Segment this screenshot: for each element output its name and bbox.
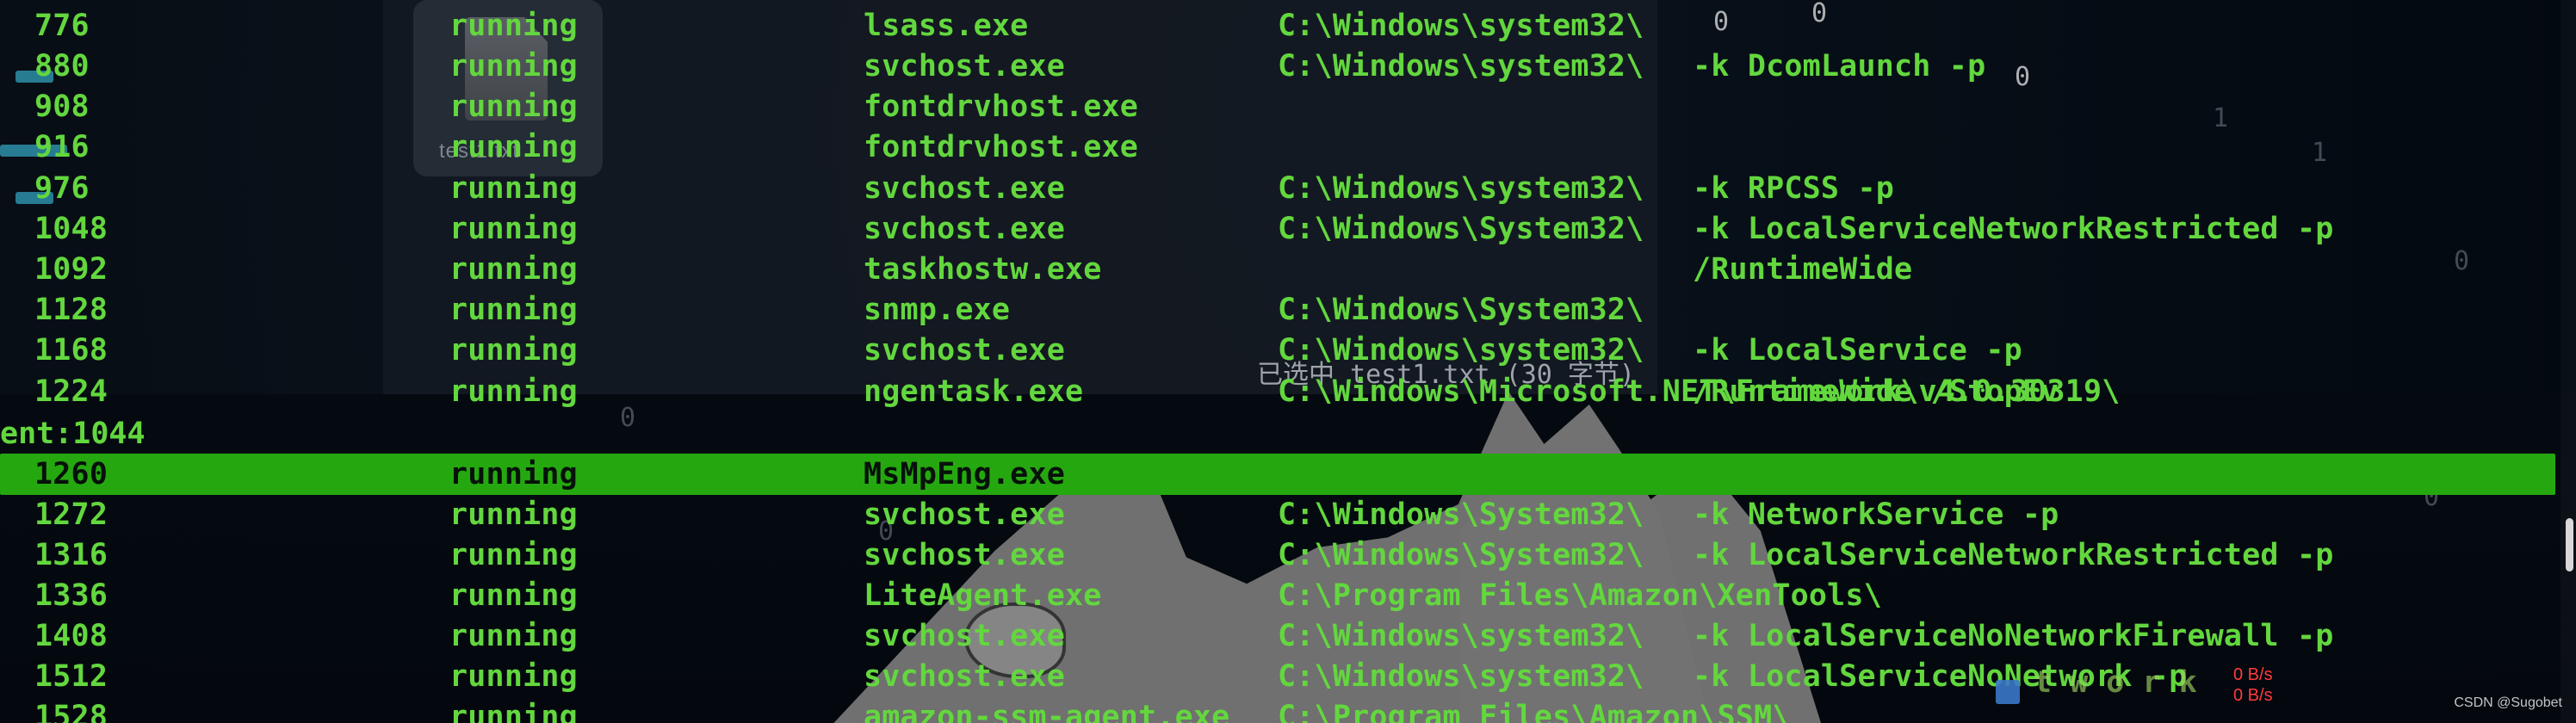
- process-id: 976: [34, 171, 90, 206]
- process-status: running: [449, 212, 578, 246]
- process-status: running: [449, 700, 578, 723]
- table-row: 1224 running ngentask.exe C:\Windows\Mic…: [0, 373, 2557, 411]
- process-name: fontdrvhost.exe: [864, 90, 1139, 124]
- process-path: C:\Windows\system32\: [1278, 333, 1644, 368]
- process-args: -k LocalServiceNoNetworkFirewall -p: [1693, 619, 2334, 653]
- process-name: svchost.exe: [864, 497, 1065, 532]
- wrapped-output-line: ent:1044: [0, 417, 146, 451]
- process-name: svchost.exe: [864, 49, 1065, 83]
- process-status: running: [449, 171, 578, 206]
- process-name: svchost.exe: [864, 212, 1065, 246]
- process-path: C:\Windows\System32\: [1278, 212, 1644, 246]
- process-status: running: [449, 49, 578, 83]
- process-list: 776 running lsass.exe C:\Windows\system3…: [0, 0, 2576, 723]
- table-row: 776 running lsass.exe C:\Windows\system3…: [0, 7, 2557, 45]
- process-args: -k NetworkService -p: [1693, 497, 2059, 532]
- process-name: fontdrvhost.exe: [864, 130, 1139, 164]
- table-row: 916 running fontdrvhost.exe: [0, 128, 2557, 166]
- process-id: 1048: [34, 212, 108, 246]
- table-row: 1128 running snmp.exe C:\Windows\System3…: [0, 291, 2557, 329]
- process-name: ngentask.exe: [864, 374, 1084, 409]
- process-status: running: [449, 619, 578, 653]
- process-path: C:\Program Files\Amazon\SSM\: [1278, 700, 1791, 723]
- process-status: running: [449, 457, 578, 491]
- process-id: 1272: [34, 497, 108, 532]
- process-path: C:\Windows\system32\: [1278, 659, 1644, 694]
- process-name: amazon-ssm-agent.exe: [864, 700, 1230, 723]
- process-args: -k LocalServiceNetworkRestricted -p: [1693, 538, 2334, 572]
- process-status: running: [449, 130, 578, 164]
- process-id: 1260: [34, 457, 108, 491]
- process-path: C:\Windows\System32\: [1278, 538, 1644, 572]
- process-status: running: [449, 9, 578, 43]
- process-status: running: [449, 538, 578, 572]
- watermark: CSDN @Sugobet: [2454, 695, 2562, 710]
- process-id: 1528: [34, 700, 108, 723]
- process-name: svchost.exe: [864, 333, 1065, 368]
- process-id: 776: [34, 9, 90, 43]
- process-args: /RuntimeWide: [1693, 252, 1913, 287]
- network-overlay-text: t w o r k: [2034, 665, 2197, 700]
- process-name: lsass.exe: [864, 9, 1029, 43]
- process-status: running: [449, 659, 578, 694]
- process-id: 1168: [34, 333, 108, 368]
- process-status: running: [449, 374, 578, 409]
- table-row: 1168 running svchost.exe C:\Windows\syst…: [0, 331, 2557, 369]
- process-args: /RuntimeWide /StopEv: [1693, 374, 2059, 409]
- process-name: taskhostw.exe: [864, 252, 1102, 287]
- download-speed: 0 B/s: [2233, 686, 2273, 705]
- process-path: C:\Windows\System32\: [1278, 293, 1644, 327]
- process-id: 908: [34, 90, 90, 124]
- process-args: -k LocalService -p: [1693, 333, 2022, 368]
- process-args: -k LocalServiceNetworkRestricted -p: [1693, 212, 2334, 246]
- process-status: running: [449, 497, 578, 532]
- process-path: C:\Program Files\Amazon\XenTools\: [1278, 578, 1882, 613]
- table-row: 976 running svchost.exe C:\Windows\syste…: [0, 170, 2557, 207]
- process-path: C:\Windows\System32\: [1278, 497, 1644, 532]
- table-row: 1048 running svchost.exe C:\Windows\Syst…: [0, 210, 2557, 248]
- process-name: LiteAgent.exe: [864, 578, 1102, 613]
- process-id: 880: [34, 49, 90, 83]
- process-id: 1224: [34, 374, 108, 409]
- process-path: C:\Windows\system32\: [1278, 171, 1644, 206]
- process-name: svchost.exe: [864, 538, 1065, 572]
- network-speed: 0 B/s 0 B/s: [2233, 664, 2273, 706]
- table-row: 1408 running svchost.exe C:\Windows\syst…: [0, 617, 2557, 655]
- scrollbar-thumb[interactable]: [2566, 518, 2573, 572]
- terminal-window: test1.txt 已选中 test1.txt (30 字节) 0 0 0 1 …: [0, 0, 2576, 723]
- process-id: 1128: [34, 293, 108, 327]
- process-name: snmp.exe: [864, 293, 1011, 327]
- upload-speed: 0 B/s: [2233, 665, 2273, 684]
- process-path: C:\Windows\system32\: [1278, 619, 1644, 653]
- process-name: svchost.exe: [864, 619, 1065, 653]
- process-status: running: [449, 90, 578, 124]
- process-path: C:\Windows\system32\: [1278, 9, 1644, 43]
- process-args: -k RPCSS -p: [1693, 171, 1894, 206]
- process-id: 1092: [34, 252, 108, 287]
- process-id: 1512: [34, 659, 108, 694]
- process-status: running: [449, 578, 578, 613]
- process-status: running: [449, 252, 578, 287]
- process-path: C:\Windows\system32\: [1278, 49, 1644, 83]
- table-row: 1272 running svchost.exe C:\Windows\Syst…: [0, 496, 2557, 534]
- scrollbar-track[interactable]: [2561, 0, 2576, 723]
- process-args: -k DcomLaunch -p: [1693, 49, 1986, 83]
- process-name: MsMpEng.exe: [864, 457, 1065, 491]
- table-row: 1336 running LiteAgent.exe C:\Program Fi…: [0, 577, 2557, 615]
- process-name: svchost.exe: [864, 659, 1065, 694]
- table-row: 1092 running taskhostw.exe /RuntimeWide: [0, 250, 2557, 288]
- table-row-partial: 1528 running amazon-ssm-agent.exe C:\Pro…: [0, 698, 2557, 723]
- process-id: 1336: [34, 578, 108, 613]
- table-row: 908 running fontdrvhost.exe: [0, 88, 2557, 126]
- process-name: svchost.exe: [864, 171, 1065, 206]
- table-row: 1316 running svchost.exe C:\Windows\Syst…: [0, 536, 2557, 574]
- process-id: 1408: [34, 619, 108, 653]
- table-row: 880 running svchost.exe C:\Windows\syste…: [0, 47, 2557, 85]
- process-status: running: [449, 293, 578, 327]
- process-id: 916: [34, 130, 90, 164]
- process-status: running: [449, 333, 578, 368]
- network-icon: [1996, 680, 2020, 704]
- table-row-selected[interactable]: 1260 running MsMpEng.exe: [0, 454, 2555, 495]
- process-id: 1316: [34, 538, 108, 572]
